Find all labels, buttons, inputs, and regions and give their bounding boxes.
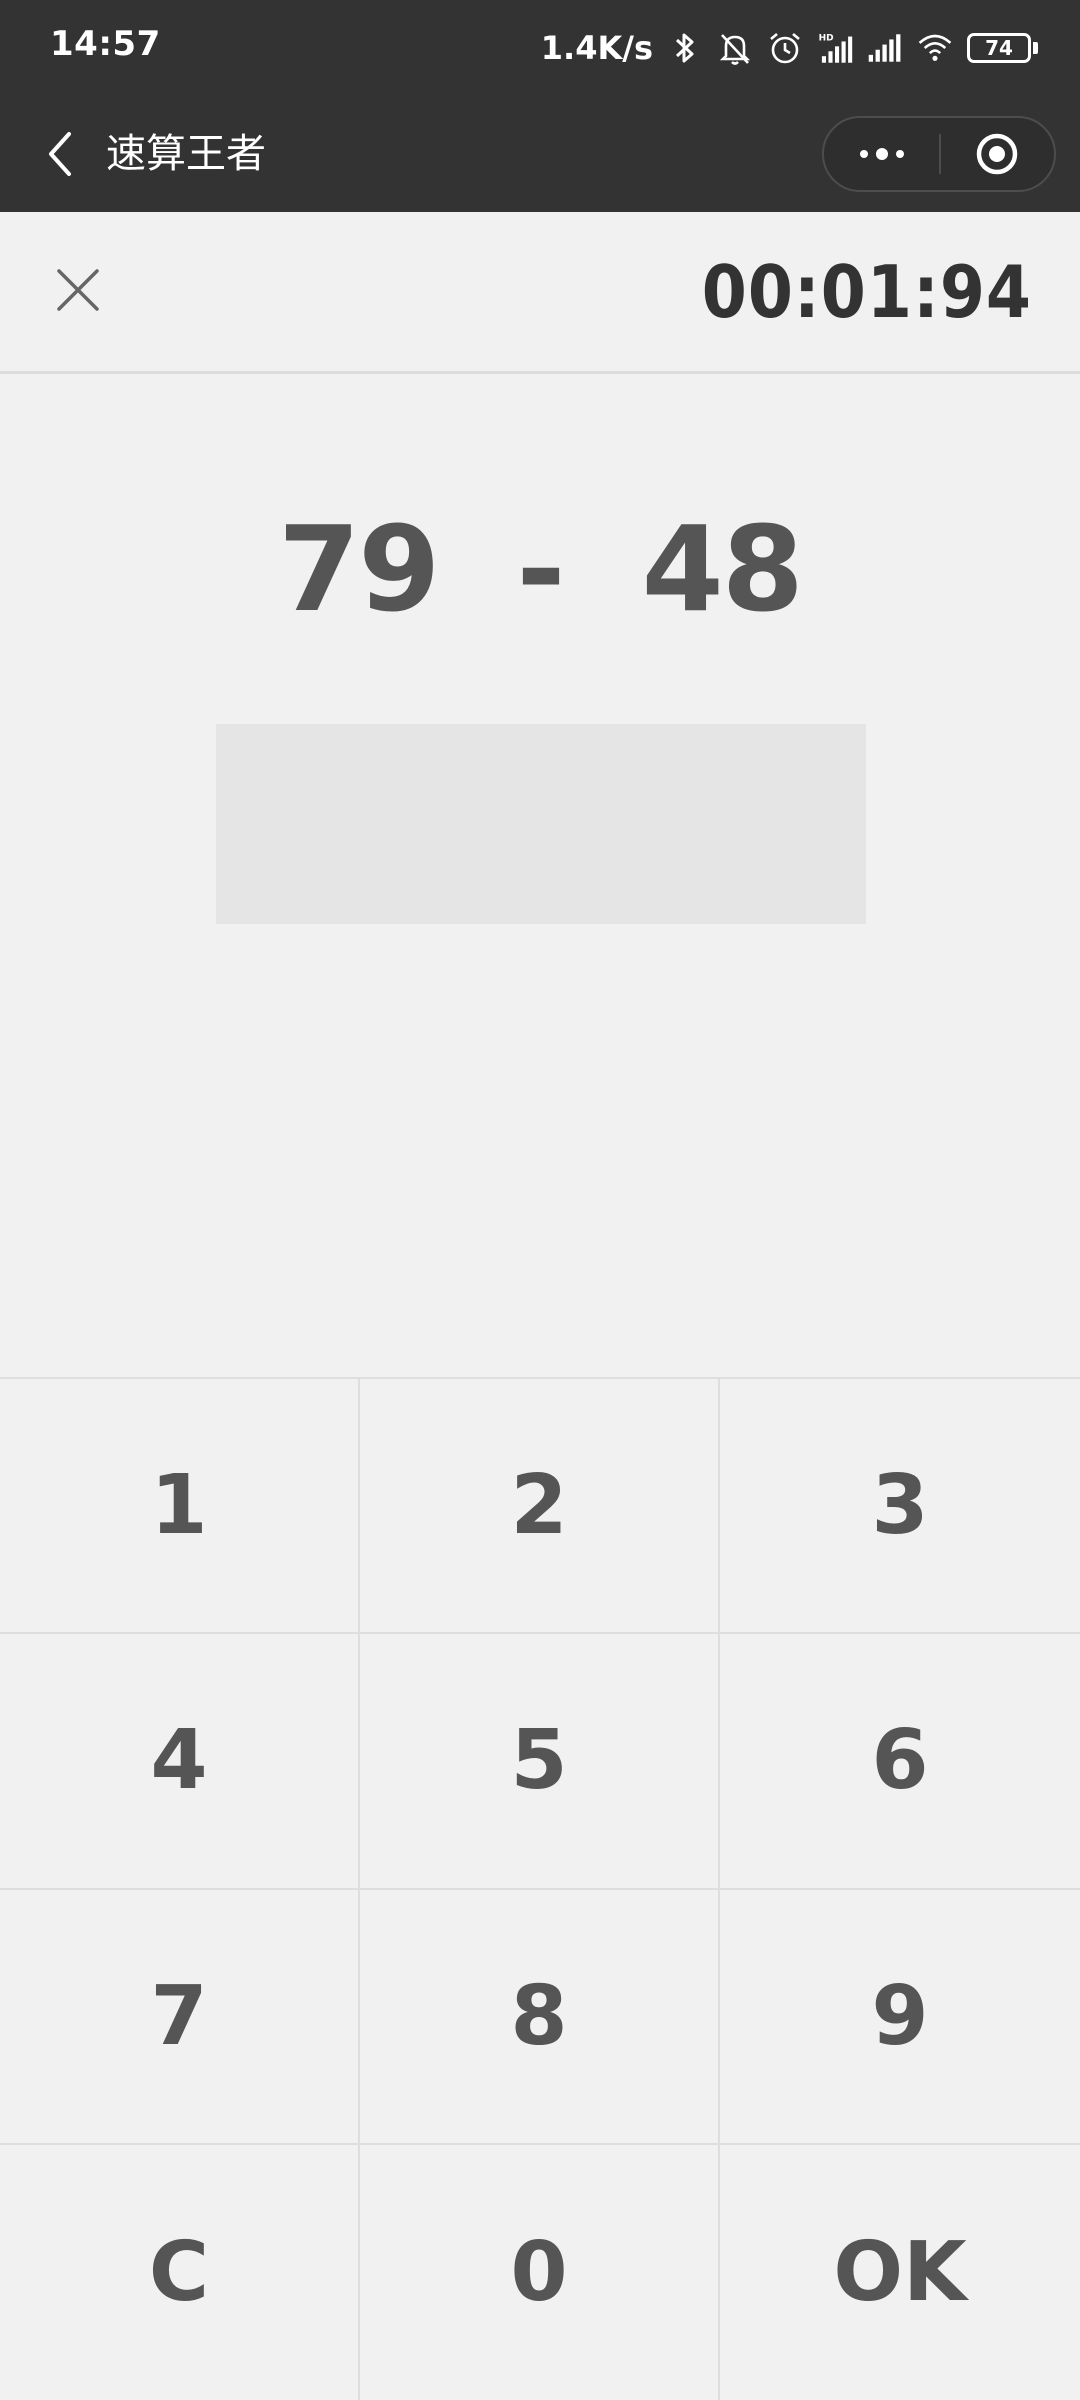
wifi-icon	[917, 28, 953, 68]
key-8[interactable]: 8	[360, 1889, 720, 2145]
key-0[interactable]: 0	[360, 2144, 720, 2400]
back-button[interactable]	[30, 124, 90, 184]
key-6[interactable]: 6	[720, 1634, 1080, 1890]
target-circle-icon	[977, 133, 1018, 175]
exit-miniprogram-button[interactable]	[941, 118, 1054, 190]
game-timer: 00:01:94	[701, 250, 1032, 334]
network-speed: 1.4K/s	[540, 29, 653, 67]
status-time: 14:57	[50, 24, 161, 64]
signal-icon	[867, 28, 903, 68]
capsule-menu	[822, 116, 1056, 192]
key-3[interactable]: 3	[720, 1379, 1080, 1635]
more-button[interactable]	[824, 118, 939, 190]
chevron-left-icon	[49, 132, 71, 176]
key-1[interactable]: 1	[0, 1379, 360, 1635]
key-7[interactable]: 7	[0, 1889, 360, 2145]
bluetooth-icon	[667, 28, 703, 68]
answer-field[interactable]	[216, 724, 866, 924]
key-2[interactable]: 2	[360, 1379, 720, 1635]
page-title: 速算王者	[106, 131, 266, 177]
status-bar: 14:57 1.4K/s HD 74	[0, 0, 1080, 96]
ok-key[interactable]: OK	[720, 2144, 1080, 2400]
svg-text:HD: HD	[819, 34, 834, 44]
math-question: 79 - 48	[278, 500, 804, 638]
quit-game-button[interactable]	[50, 262, 106, 318]
game-header: 00:01:94	[0, 212, 1080, 374]
key-4[interactable]: 4	[0, 1634, 360, 1890]
mute-bell-icon	[717, 28, 753, 68]
more-dots-icon	[859, 148, 904, 160]
hd-signal-icon: HD	[817, 28, 853, 68]
alarm-icon	[767, 28, 803, 68]
clear-key[interactable]: C	[0, 2144, 360, 2400]
close-icon	[57, 269, 99, 311]
number-keypad: 1 2 3 4 5 6 7 8 9 C 0 OK	[0, 1377, 1080, 2400]
nav-bar: 速算王者	[0, 96, 1080, 212]
battery-icon: 74	[967, 33, 1038, 63]
status-icons: 1.4K/s HD 74	[541, 20, 1038, 76]
battery-level: 74	[967, 33, 1031, 63]
key-5[interactable]: 5	[360, 1634, 720, 1890]
key-9[interactable]: 9	[720, 1889, 1080, 2145]
